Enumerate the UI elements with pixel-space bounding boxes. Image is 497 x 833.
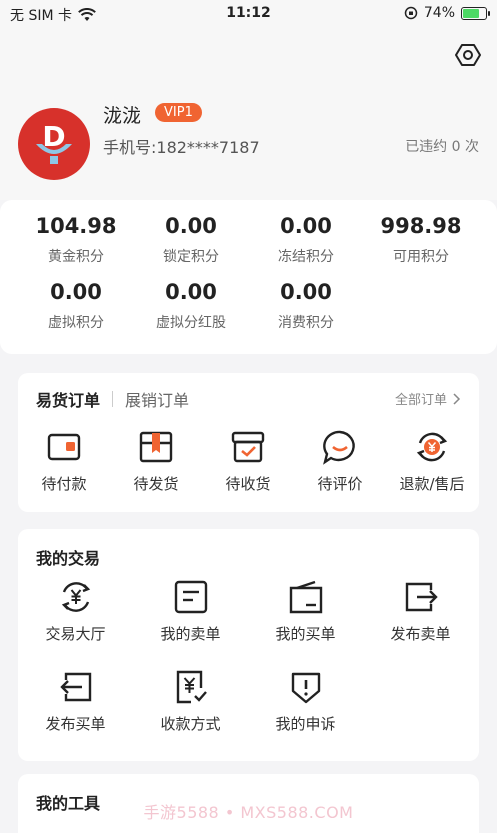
package-icon [139, 431, 173, 463]
refund-icon [416, 432, 448, 462]
order-item-label: 待付款 [41, 475, 87, 493]
payment-methods[interactable]: 收款方式 [133, 669, 248, 734]
chat-icon [323, 430, 355, 465]
enter-arrow-icon [59, 672, 91, 702]
trade-title: 我的交易 [36, 549, 101, 568]
my-trade-card: 我的交易 交易大厅 我的卖单 我的买单 发布卖单 发布买单 收款方式 我的申诉 [18, 529, 479, 761]
post-sell-order[interactable]: 发布卖单 [363, 579, 478, 644]
stat-label: 虚拟积分 [48, 315, 104, 331]
order-pending-review[interactable]: 待评价 [294, 429, 386, 494]
avatar-logo: D [36, 120, 72, 164]
stat-locked[interactable]: 0.00 锁定积分 [129, 214, 253, 266]
stat-gold[interactable]: 104.98 黄金积分 [14, 214, 138, 266]
stat-label: 可用积分 [393, 249, 449, 265]
tab-divider [112, 391, 114, 407]
stat-label: 消费积分 [278, 315, 334, 331]
all-orders-link[interactable]: 全部订单 [395, 389, 461, 408]
order-tabs: 易货订单 展销订单 [36, 387, 189, 411]
trade-hall[interactable]: 交易大厅 [18, 579, 133, 644]
trade-item-label: 收款方式 [160, 715, 221, 733]
my-sell-orders[interactable]: 我的卖单 [133, 579, 248, 644]
order-item-label: 待收货 [225, 475, 271, 493]
trade-item-label: 我的卖单 [160, 625, 221, 643]
receipt-icon [176, 670, 207, 704]
battery-icon [461, 6, 490, 20]
battery-fill [463, 8, 479, 18]
trade-item-label: 交易大厅 [45, 625, 106, 643]
trade-item-label: 发布买单 [45, 715, 106, 733]
order-item-label: 待发货 [133, 475, 179, 493]
wallet-icon [47, 433, 81, 461]
phone-number: 手机号:182****7187 [103, 138, 260, 157]
avatar[interactable]: D [18, 108, 90, 180]
stat-value: 998.98 [380, 214, 462, 238]
stat-virtual[interactable]: 0.00 虚拟积分 [14, 280, 138, 332]
settings-button[interactable] [455, 42, 481, 68]
order-item-label: 退款/售后 [399, 475, 465, 493]
status-bar: 无 SIM 卡 11:12 74% [0, 0, 497, 28]
bill-icon [289, 580, 322, 614]
box-check-icon [231, 431, 265, 463]
stat-value: 0.00 [50, 280, 102, 304]
trade-item-label: 发布卖单 [390, 625, 451, 643]
watermark: 手游5588 • MXS588.COM [143, 803, 354, 822]
stat-label: 锁定积分 [163, 249, 219, 265]
orders-card: 易货订单 展销订单 全部订单 待付款 待发货 待收货 待评价 退款/售后 [18, 373, 479, 512]
stat-label: 冻结积分 [278, 249, 334, 265]
order-pending-payment[interactable]: 待付款 [18, 429, 110, 494]
username: 泷泷 [103, 105, 142, 127]
post-buy-order[interactable]: 发布买单 [18, 669, 133, 734]
battery-percent: 74% [423, 5, 455, 21]
status-right: 74% [404, 5, 490, 21]
points-card: 104.98 黄金积分 0.00 锁定积分 0.00 冻结积分 998.98 可… [0, 200, 497, 354]
stat-value: 104.98 [35, 214, 117, 238]
order-pending-shipment[interactable]: 待发货 [110, 429, 202, 494]
tab-exhibition-orders[interactable]: 展销订单 [125, 387, 189, 411]
stat-frozen[interactable]: 0.00 冻结积分 [244, 214, 368, 266]
my-buy-orders[interactable]: 我的买单 [248, 579, 363, 644]
stat-value: 0.00 [280, 280, 332, 304]
order-item-label: 待评价 [317, 475, 363, 493]
yuan-exchange-icon [61, 582, 90, 612]
stat-value: 0.00 [165, 280, 217, 304]
exit-arrow-icon [405, 582, 438, 612]
chevron-right-icon [453, 392, 461, 405]
violation-count: 已违约 0 次 [405, 139, 479, 155]
stat-value: 0.00 [165, 214, 217, 238]
order-pending-receipt[interactable]: 待收货 [202, 429, 294, 494]
my-appeals[interactable]: 我的申诉 [248, 669, 363, 734]
settings-hex-icon [455, 44, 481, 66]
vip-badge: VIP1 [155, 103, 202, 122]
profile-header: D 泷泷 VIP1 手机号:182****7187 已违约 0 次 [0, 28, 497, 200]
all-orders-label: 全部订单 [394, 393, 447, 408]
stat-virtual-dividend[interactable]: 0.00 虚拟分红股 [129, 280, 253, 332]
stat-label: 黄金积分 [48, 249, 104, 265]
shield-alert-icon [291, 672, 320, 704]
stat-value: 0.00 [280, 214, 332, 238]
order-refund-aftersale[interactable]: 退款/售后 [386, 429, 478, 494]
orientation-lock-icon [404, 6, 418, 20]
stat-consumption[interactable]: 0.00 消费积分 [244, 280, 368, 332]
document-icon [174, 580, 207, 614]
stat-available[interactable]: 998.98 可用积分 [359, 214, 483, 266]
trade-item-label: 我的买单 [275, 625, 336, 643]
stat-label: 虚拟分红股 [156, 315, 226, 331]
tab-barter-orders[interactable]: 易货订单 [36, 387, 100, 411]
trade-item-label: 我的申诉 [275, 715, 336, 733]
